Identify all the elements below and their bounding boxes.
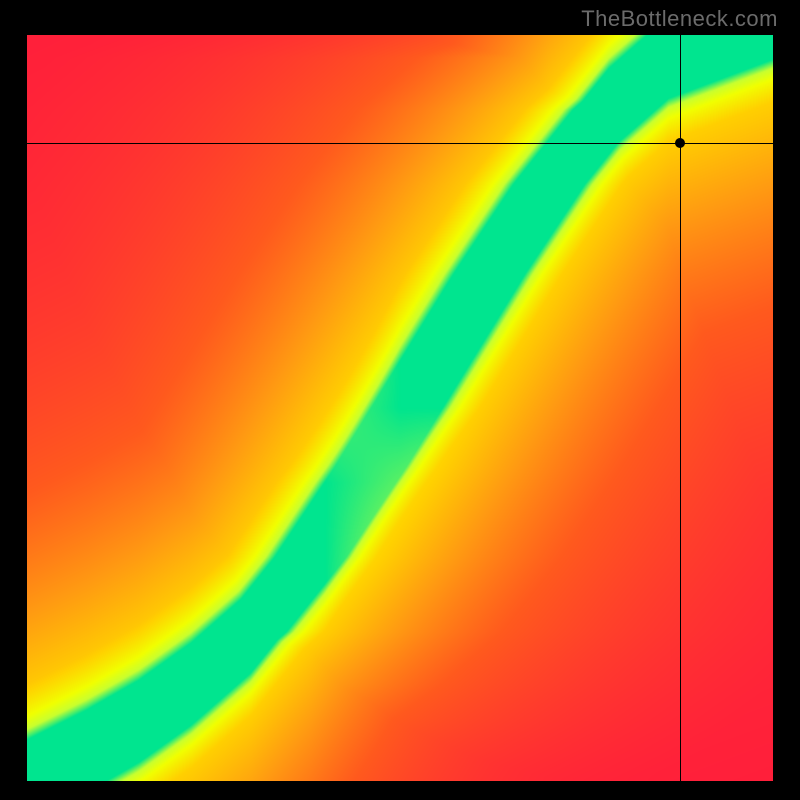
heatmap-canvas (27, 35, 773, 781)
chart-container: TheBottleneck.com (0, 0, 800, 800)
crosshair-horizontal (27, 143, 773, 144)
heatmap-plot (25, 33, 775, 783)
watermark-text: TheBottleneck.com (581, 6, 778, 32)
selection-marker (675, 138, 685, 148)
heatmap-inner (27, 35, 773, 781)
